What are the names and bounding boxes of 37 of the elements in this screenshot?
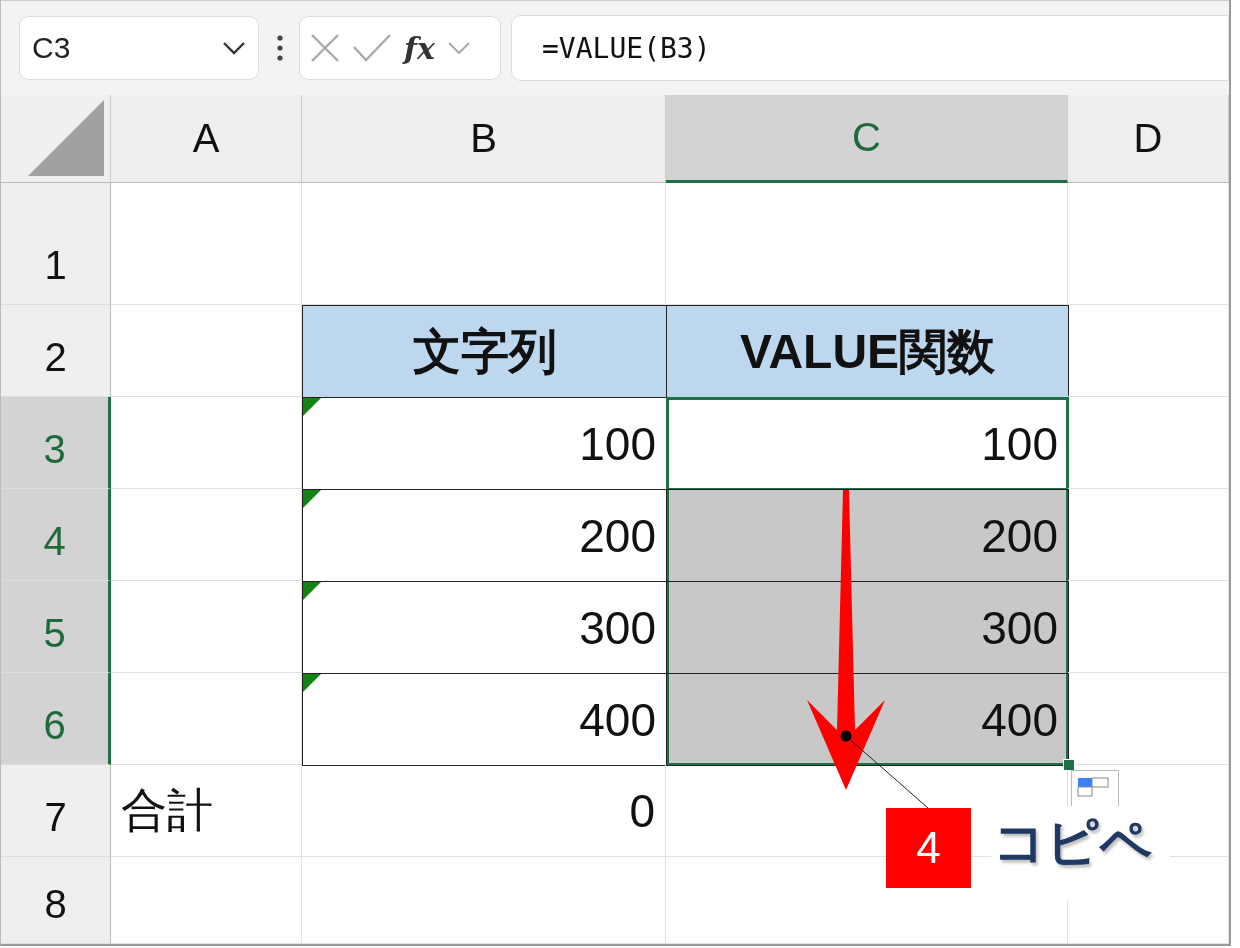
table-cell[interactable]: 300 [666, 581, 1069, 674]
insert-function-button[interactable]: fx [404, 30, 435, 66]
corner-triangle-icon [28, 100, 104, 176]
table-cell[interactable]: 400 [666, 673, 1069, 766]
table-cell[interactable]: 0 [302, 765, 666, 857]
table-cell[interactable]: 文字列 [302, 305, 667, 398]
row-header[interactable]: 1 [1, 183, 111, 305]
chevron-down-icon[interactable] [446, 41, 471, 55]
row-header[interactable]: 6 [1, 673, 111, 765]
check-icon[interactable] [352, 33, 392, 63]
table-cell[interactable]: 100 [666, 397, 1069, 490]
table-cell[interactable]: 400 [302, 673, 667, 766]
error-indicator-icon [303, 674, 321, 692]
name-box[interactable]: C3 [19, 16, 259, 80]
row-header[interactable]: 2 [1, 305, 111, 397]
row-header[interactable]: 5 [1, 581, 111, 673]
row-header[interactable]: 3 [1, 397, 111, 489]
error-indicator-icon [303, 582, 321, 600]
row-header[interactable]: 4 [1, 489, 111, 581]
table-cell[interactable]: 200 [666, 489, 1069, 582]
error-indicator-icon [303, 490, 321, 508]
column-header[interactable]: A [111, 95, 302, 183]
column-header[interactable]: B [302, 95, 666, 183]
chevron-down-icon [222, 41, 246, 55]
row-header[interactable]: 7 [1, 765, 111, 857]
row-header[interactable]: 8 [1, 857, 111, 944]
annotation-caption: コピペ [993, 812, 1152, 873]
select-all-button[interactable] [1, 95, 111, 183]
column-header[interactable]: D [1068, 95, 1229, 183]
step-badge: 4 [886, 808, 971, 888]
cancel-icon[interactable] [310, 33, 340, 63]
table-cell[interactable]: VALUE関数 [666, 305, 1069, 398]
table-cell[interactable]: 合計 [111, 765, 302, 857]
more-options-icon[interactable] [277, 35, 283, 61]
fill-handle[interactable] [1063, 759, 1075, 771]
formula-field[interactable]: =VALUE(B3) [511, 15, 1229, 81]
column-header[interactable]: C [666, 95, 1068, 183]
